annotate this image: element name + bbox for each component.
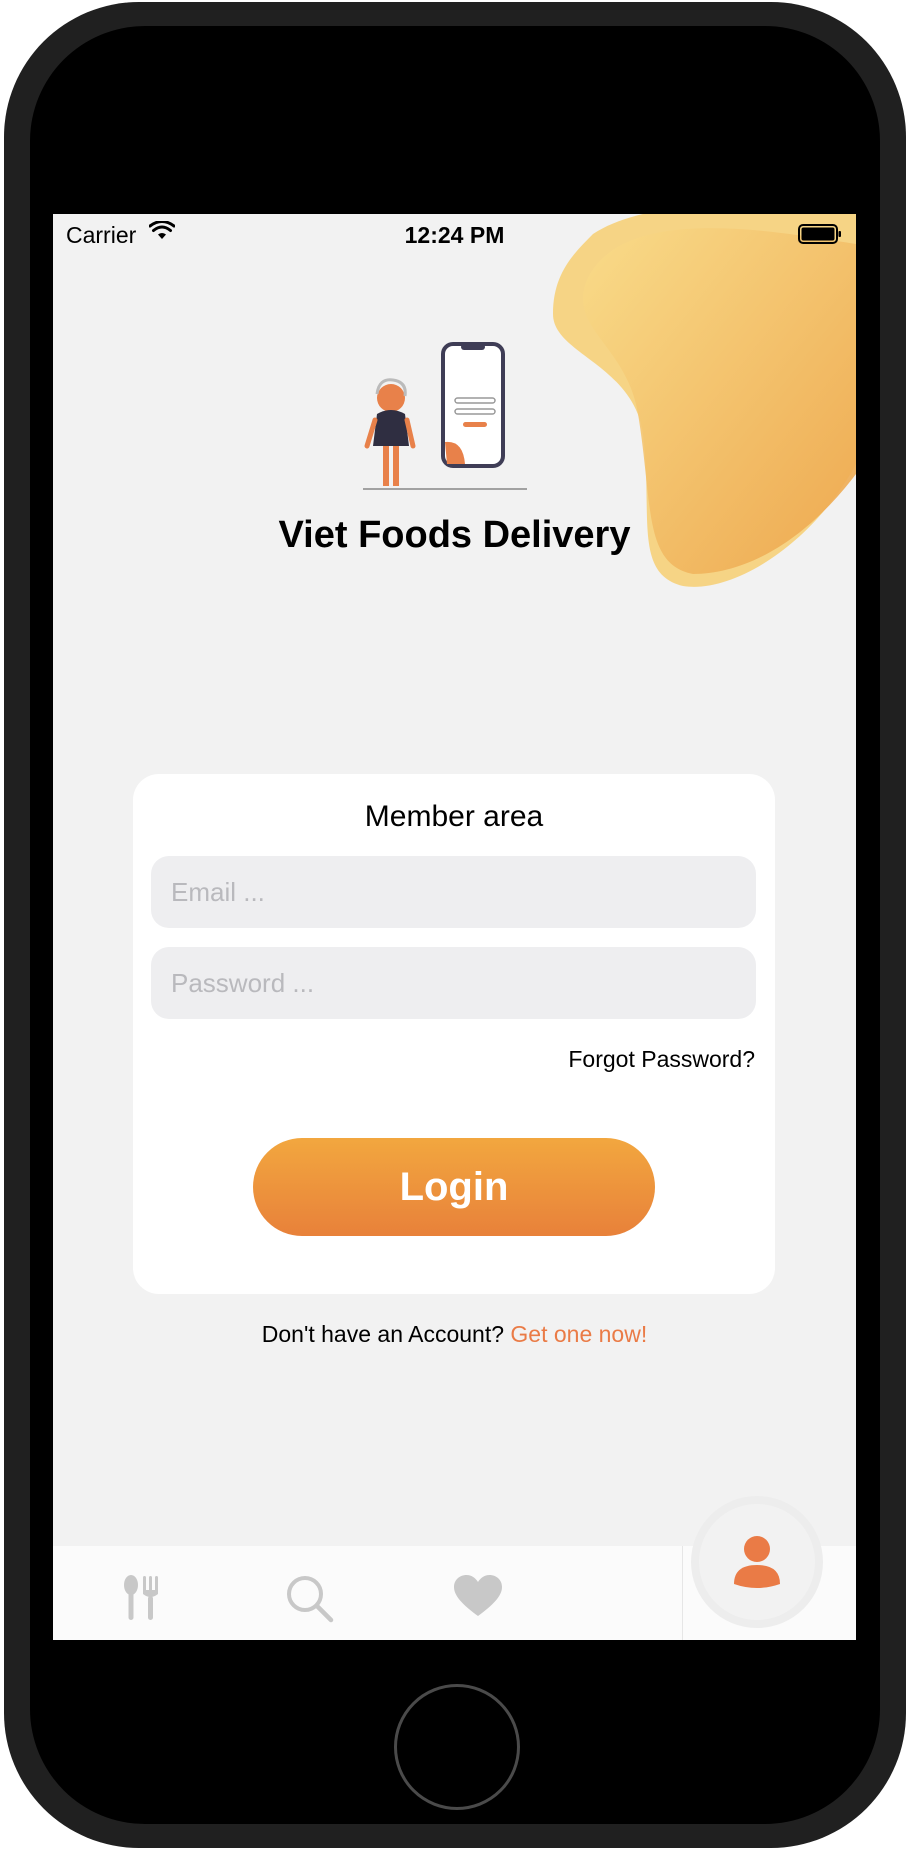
email-field[interactable] (151, 856, 756, 928)
search-icon (287, 1576, 334, 1623)
status-bar: Carrier 12:24 PM (53, 214, 856, 254)
tab-search[interactable] (229, 1546, 389, 1640)
login-button[interactable]: Login (253, 1138, 655, 1236)
card-title: Member area (364, 800, 544, 833)
battery-icon (798, 224, 841, 244)
login-illustration (363, 342, 527, 490)
heart-icon (454, 1575, 502, 1616)
signup-prompt: Don't have an Account? Get one now! (53, 1321, 856, 1348)
home-button[interactable] (394, 1684, 520, 1810)
tab-favorites[interactable] (395, 1546, 555, 1640)
user-icon (734, 1536, 780, 1588)
cutlery-icon (124, 1575, 158, 1620)
login-card: Member area Forgot Password? Login (133, 774, 775, 1294)
tab-divider (682, 1546, 683, 1640)
forgot-password-link[interactable]: Forgot Password? (568, 1046, 755, 1073)
tab-profile[interactable] (699, 1504, 815, 1620)
password-field[interactable] (151, 947, 756, 1019)
signup-link[interactable]: Get one now! (510, 1321, 647, 1347)
status-time: 12:24 PM (404, 222, 505, 248)
app-screen: Carrier 12:24 PM Viet Foods Delivery Mem… (53, 214, 856, 1640)
tab-menu[interactable] (63, 1546, 223, 1640)
app-title: Viet Foods Delivery (278, 514, 631, 556)
signup-prompt-text: Don't have an Account? (261, 1321, 505, 1347)
